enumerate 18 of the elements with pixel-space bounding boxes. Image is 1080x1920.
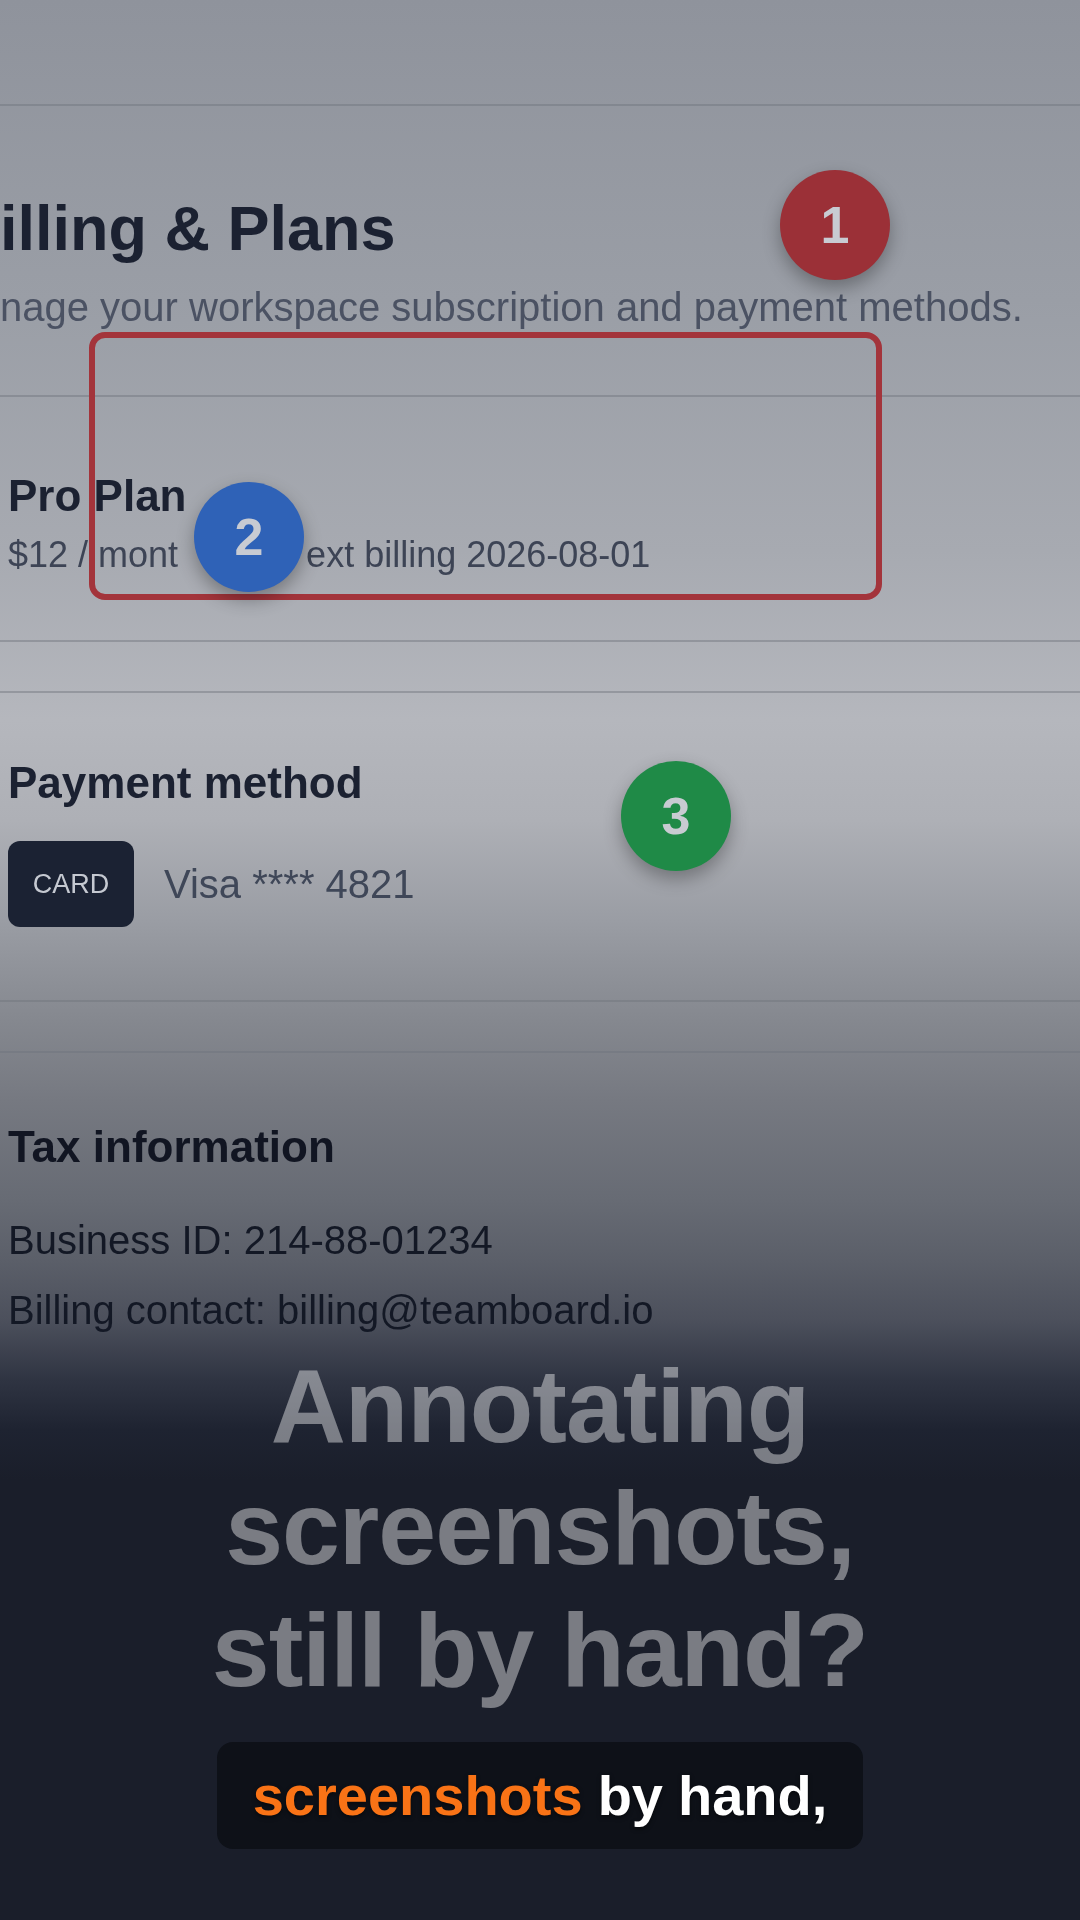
overlay-title: Annotating screenshots, still by hand? bbox=[210, 1347, 870, 1710]
tax-detail: Billing contact: billing@teamboard.io bbox=[8, 1287, 654, 1333]
page-title: illing & Plans bbox=[0, 193, 396, 263]
tax-detail: Business ID: 214-88-01234 bbox=[8, 1217, 493, 1263]
caption-word: screenshots bbox=[252, 1762, 583, 1829]
step-marker: 2 bbox=[194, 482, 304, 592]
card-chip: CARD bbox=[8, 841, 134, 927]
caption-word: by bbox=[597, 1762, 663, 1829]
section-heading: Payment method bbox=[8, 757, 363, 809]
plan-details: $12 / mont bbox=[8, 533, 179, 577]
page-subtitle: nage your workspace subscription and payment methods. bbox=[0, 284, 1023, 331]
plan-details: ext billing 2026-08-01 bbox=[306, 533, 651, 577]
card-number: Visa **** 4821 bbox=[164, 861, 415, 908]
step-marker: 3 bbox=[621, 761, 731, 871]
plan-name: Pro Plan bbox=[8, 470, 187, 522]
step-marker: 1 bbox=[780, 170, 890, 280]
section-heading: Tax information bbox=[8, 1121, 335, 1173]
caption-word: hand, bbox=[678, 1762, 828, 1829]
